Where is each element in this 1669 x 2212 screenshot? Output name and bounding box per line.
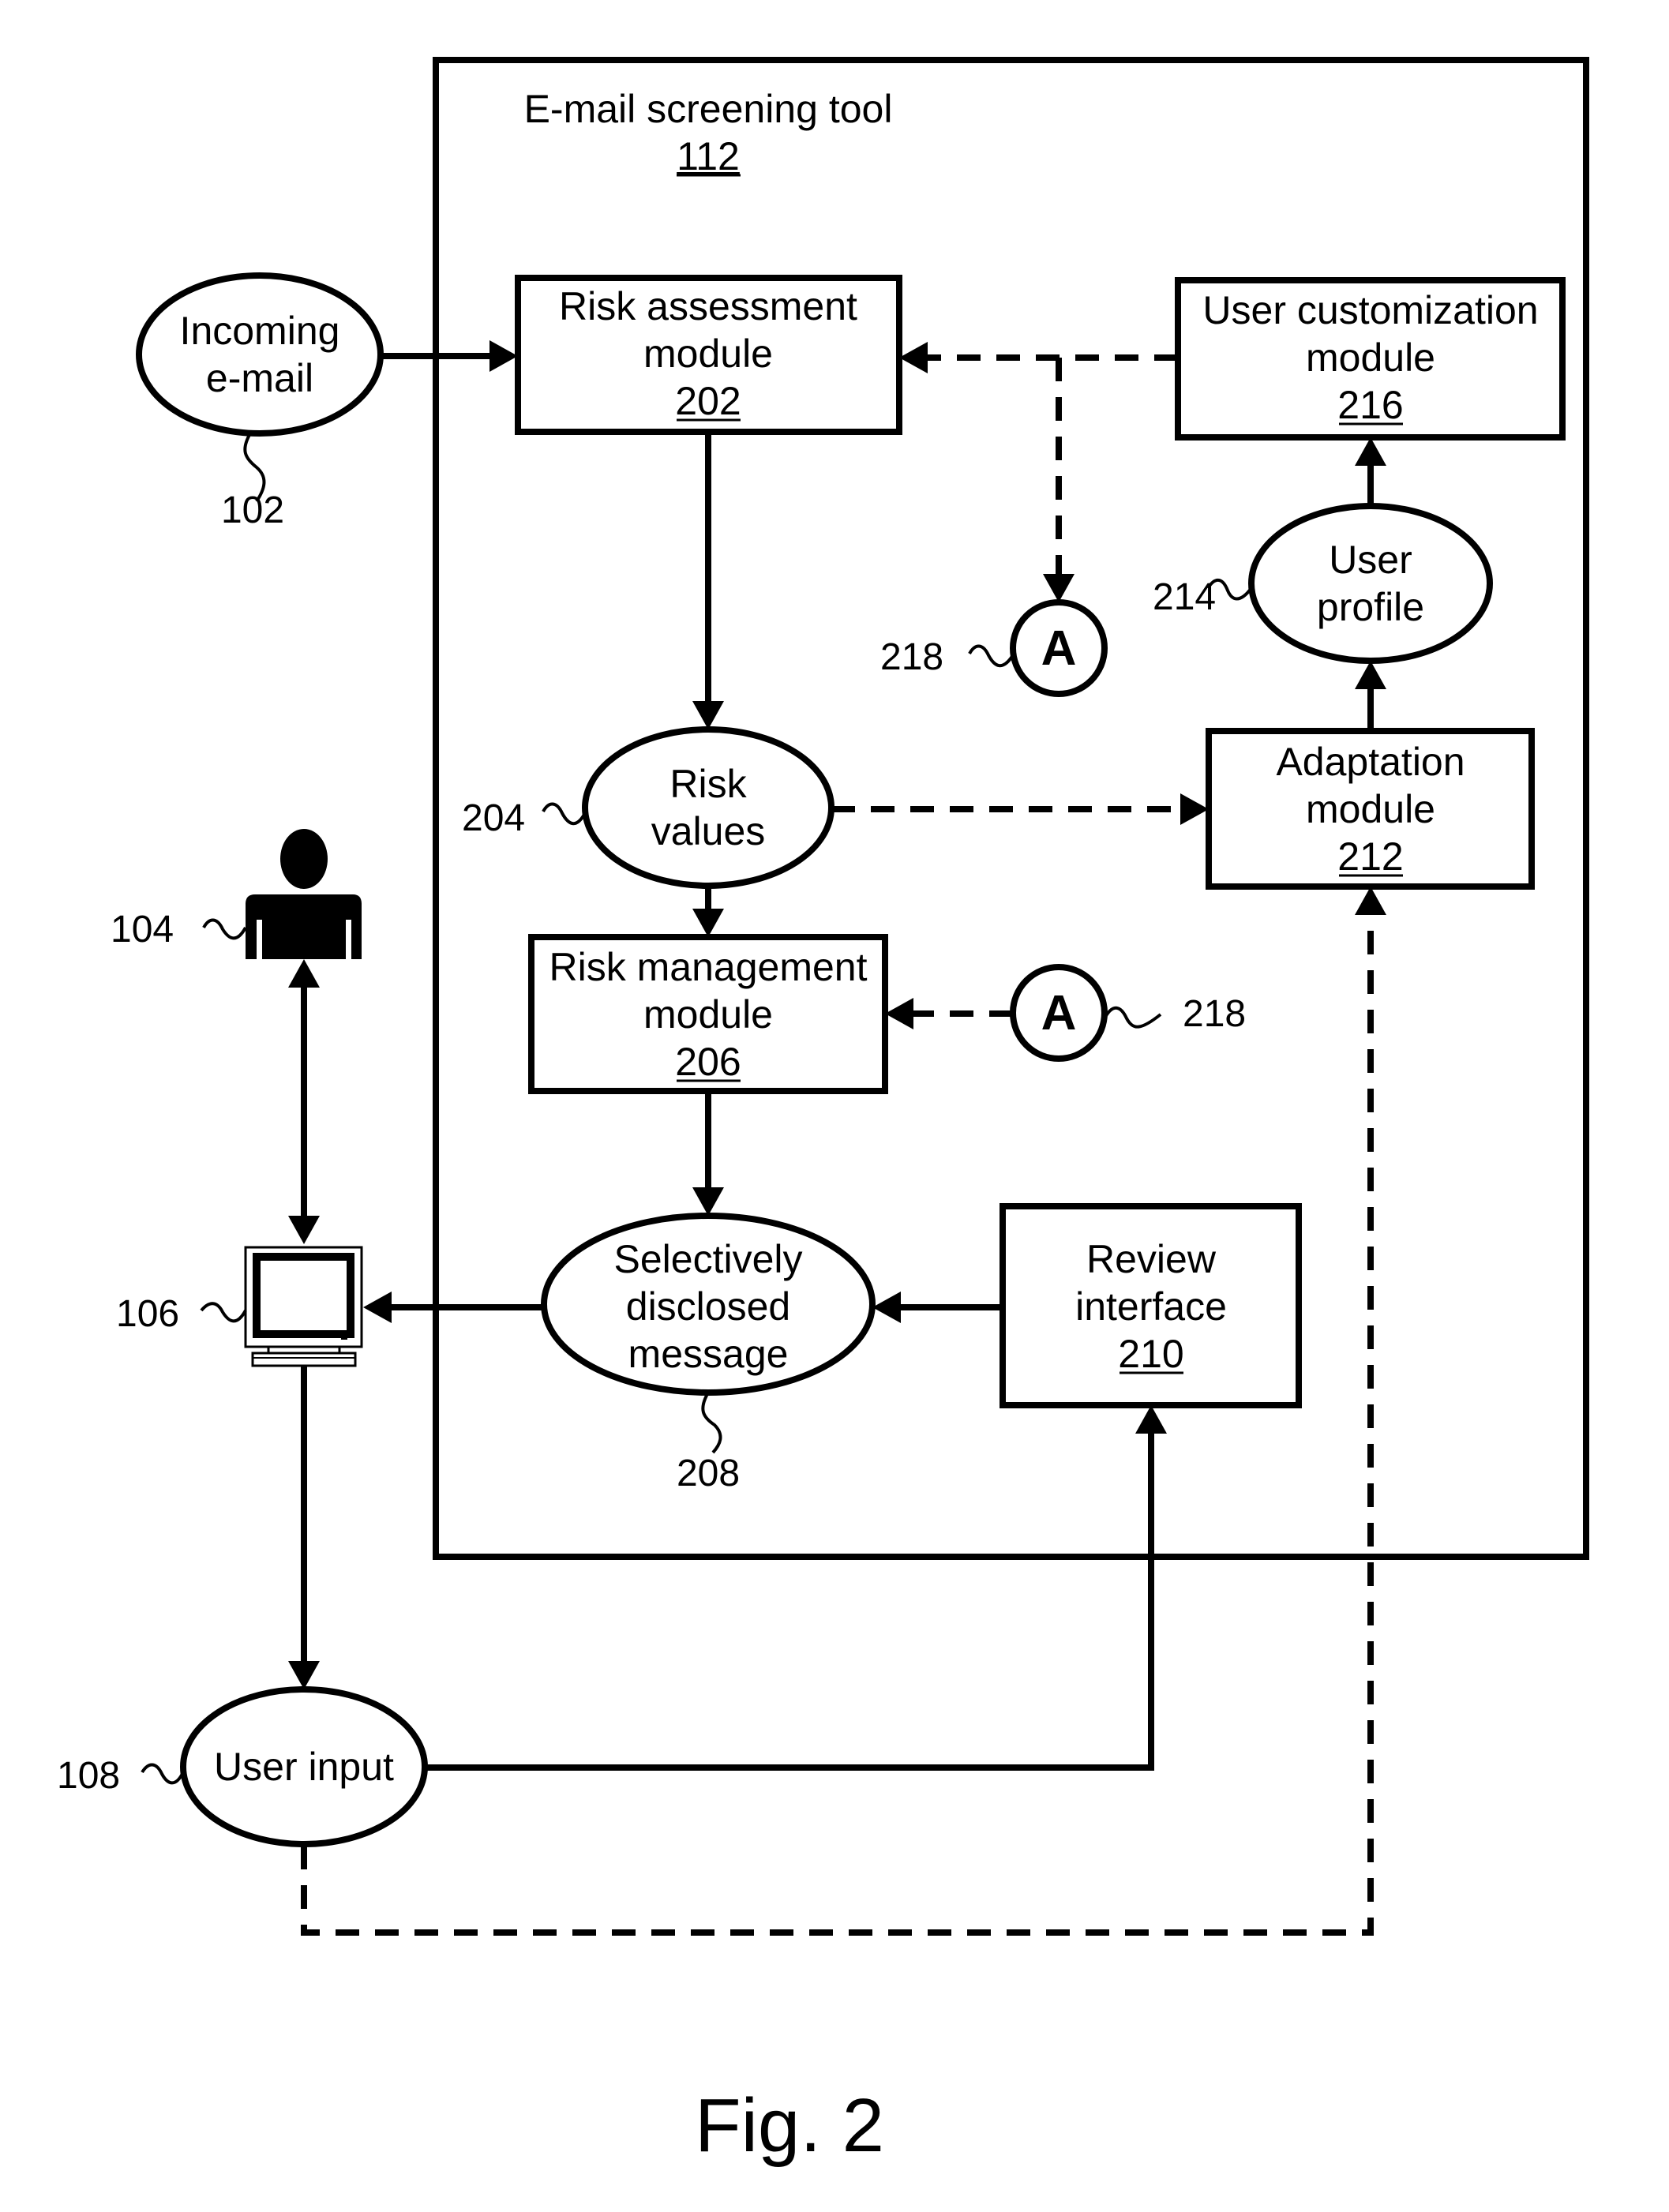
ref-216: 216 <box>1337 383 1403 427</box>
ref-102: 102 <box>221 489 284 531</box>
edge-connector-a-to-risk-management <box>885 998 1013 1029</box>
edge-risk-management-to-disclosed <box>692 1091 724 1216</box>
edge-user-computer-bidirectional <box>288 959 320 1244</box>
edge-customization-to-connector-a <box>1043 358 1075 602</box>
ref-218: 218 <box>880 636 943 678</box>
patent-diagram: E-mail screening tool 112 Incoming e-mai… <box>57 57 1589 2168</box>
ref-204: 204 <box>462 797 525 839</box>
ref-208: 208 <box>677 1453 740 1494</box>
edges <box>288 340 1386 1936</box>
connector-a-letter: A <box>1041 986 1077 1040</box>
svg-text:module: module <box>643 332 773 376</box>
svg-text:profile: profile <box>1317 585 1424 629</box>
node-user-input: User input 108 <box>57 1686 428 1847</box>
person-icon <box>246 829 362 959</box>
svg-text:message: message <box>628 1332 789 1376</box>
svg-text:Adaptation: Adaptation <box>1276 740 1465 784</box>
svg-text:module: module <box>1306 787 1435 831</box>
node-user-profile: User profile 214 <box>1153 503 1493 664</box>
svg-text:values: values <box>651 809 766 853</box>
edge-disclosed-to-computer <box>363 1292 544 1323</box>
ref-214: 214 <box>1153 576 1216 618</box>
svg-text:module: module <box>1306 336 1435 380</box>
container-title: E-mail screening tool <box>524 87 893 131</box>
edge-review-to-disclosed <box>872 1292 1003 1323</box>
ref-206: 206 <box>675 1040 741 1084</box>
edge-computer-to-user-input <box>288 1366 320 1689</box>
svg-text:Risk: Risk <box>669 762 747 806</box>
svg-text:e-mail: e-mail <box>206 356 313 400</box>
ref-108: 108 <box>57 1755 120 1797</box>
ref-104: 104 <box>111 909 174 950</box>
svg-text:User: User <box>1329 538 1412 582</box>
svg-text:User input: User input <box>214 1745 394 1789</box>
svg-text:Selectively: Selectively <box>614 1237 803 1281</box>
node-user-customization-module: User customization module 216 <box>1175 277 1566 441</box>
node-incoming-email: Incoming e-mail 102 <box>136 272 384 531</box>
svg-text:Review: Review <box>1086 1237 1217 1281</box>
edge-risk-values-to-risk-management <box>692 886 724 937</box>
connector-a-letter: A <box>1041 621 1077 676</box>
edge-adaptation-to-user-profile <box>1355 661 1386 731</box>
svg-text:Risk assessment: Risk assessment <box>559 284 857 328</box>
node-review-interface: Review interface 210 <box>1000 1203 1302 1408</box>
edge-risk-values-to-adaptation <box>831 793 1209 825</box>
edge-user-input-to-review <box>425 1405 1167 1771</box>
svg-text:interface: interface <box>1075 1284 1227 1329</box>
node-risk-management-module: Risk management module 206 <box>528 934 888 1094</box>
svg-text:Risk management: Risk management <box>549 945 868 989</box>
connector-a-outgoing: A 218 <box>880 599 1108 697</box>
node-computer: 106 <box>116 1246 363 1367</box>
svg-text:Incoming: Incoming <box>180 309 340 353</box>
edge-user-profile-to-customization <box>1355 437 1386 506</box>
ref-106: 106 <box>116 1293 179 1335</box>
node-user: 104 <box>111 829 362 959</box>
svg-text:module: module <box>643 992 773 1037</box>
node-adaptation-module: Adaptation module 212 <box>1206 728 1535 890</box>
edge-customization-to-risk-assessment <box>899 342 1178 373</box>
edge-risk-assessment-to-risk-values <box>692 432 724 729</box>
connector-a-incoming: A 218 <box>1010 964 1246 1062</box>
edge-incoming-to-risk-assessment <box>381 340 518 372</box>
ref-202: 202 <box>675 379 741 423</box>
ref-210: 210 <box>1118 1332 1183 1376</box>
container-ref: 112 <box>677 134 740 178</box>
figure-caption: Fig. 2 <box>695 2083 884 2168</box>
node-risk-values: Risk values 204 <box>462 726 834 889</box>
node-risk-assessment-module: Risk assessment module 202 <box>515 275 902 435</box>
svg-text:disclosed: disclosed <box>626 1284 790 1329</box>
svg-text:User customization: User customization <box>1202 288 1538 332</box>
ref-212: 212 <box>1337 834 1403 879</box>
node-selectively-disclosed-message: Selectively disclosed message 208 <box>541 1213 876 1494</box>
computer-icon <box>244 1246 363 1367</box>
ref-218: 218 <box>1183 993 1246 1035</box>
